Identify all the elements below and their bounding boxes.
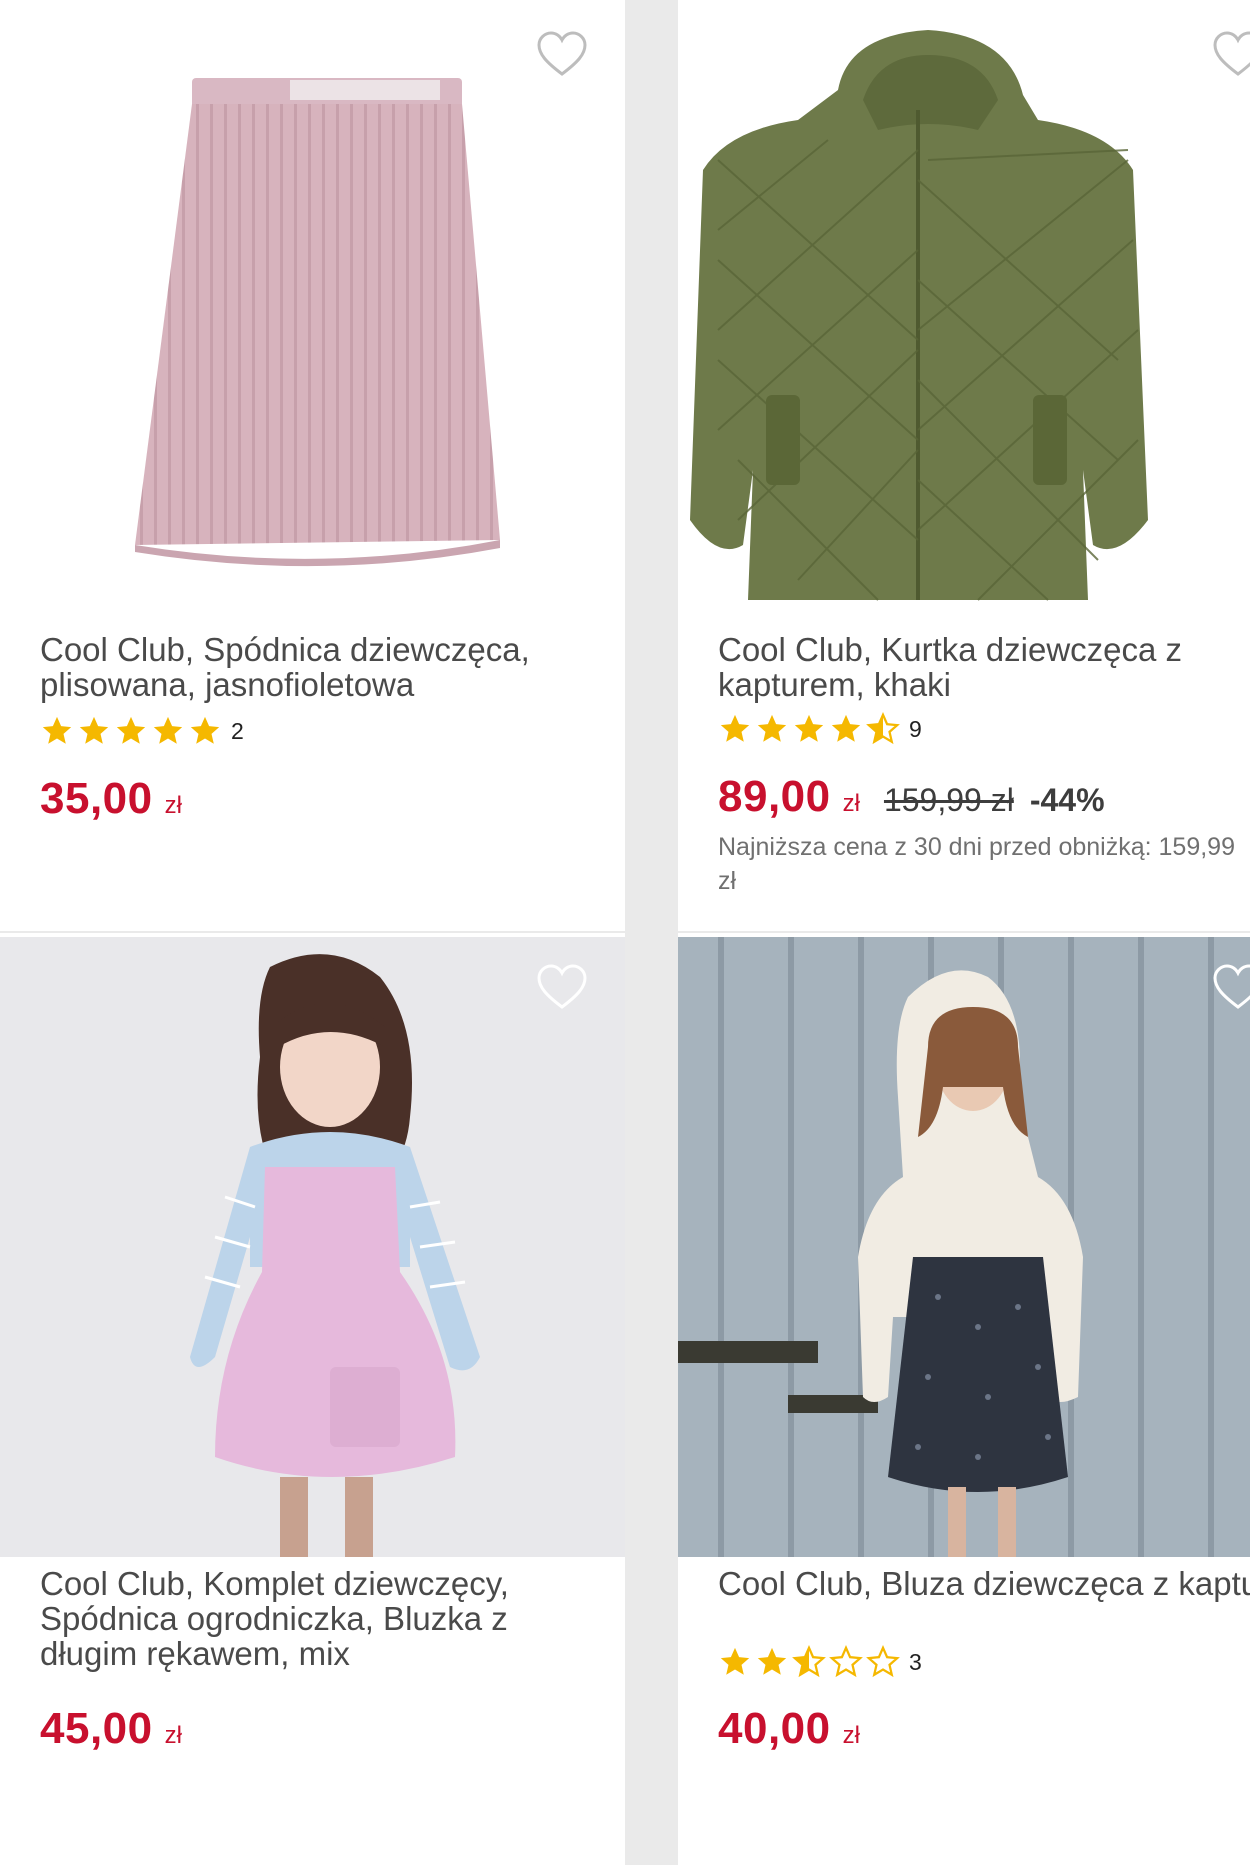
product-title[interactable]: Cool Club, Spódnica dziewczęca, plisowan… xyxy=(40,632,600,702)
rating-count: 3 xyxy=(909,1648,922,1675)
price-row: 35,00 zł xyxy=(40,774,182,824)
star-empty-icon xyxy=(829,1645,863,1678)
rating-count: 9 xyxy=(909,715,922,742)
product-card[interactable]: Cool Club, Bluza dziewczęca z kapturem, … xyxy=(678,931,1250,1865)
heart-icon[interactable] xyxy=(1212,963,1250,1011)
star-full-icon xyxy=(116,716,146,744)
star-empty-icon xyxy=(866,1645,900,1678)
currency: zł xyxy=(164,792,182,819)
heart-icon[interactable] xyxy=(536,30,588,78)
product-image[interactable] xyxy=(678,0,1250,610)
star-full-icon xyxy=(190,716,220,744)
price: 45,00 xyxy=(40,1704,153,1753)
product-image[interactable] xyxy=(678,937,1250,1557)
product-title[interactable]: Cool Club, Kurtka dziewczęca z kapturem,… xyxy=(718,632,1250,702)
price: 89,00 xyxy=(718,772,831,821)
rating-count: 2 xyxy=(231,717,244,744)
star-full-icon xyxy=(757,1647,787,1675)
star-full-icon xyxy=(757,714,787,742)
rating-stars: 3 xyxy=(718,1645,922,1679)
rating-stars: 9 xyxy=(718,712,922,746)
price-row: 89,00 zł 159,99 zł -44% xyxy=(718,772,1105,822)
product-card[interactable]: Cool Club, Komplet dziewczęcy, Spódnica … xyxy=(0,931,625,1865)
star-full-icon xyxy=(831,714,861,742)
product-card[interactable]: Cool Club, Spódnica dziewczęca, plisowan… xyxy=(0,0,625,931)
price-row: 40,00 zł xyxy=(718,1704,860,1754)
star-half-icon xyxy=(866,712,900,745)
price: 35,00 xyxy=(40,774,153,823)
currency: zł xyxy=(842,790,860,817)
product-image[interactable] xyxy=(0,0,625,610)
rating-stars: 2 xyxy=(40,714,244,748)
star-full-icon xyxy=(720,714,750,742)
old-price: 159,99 zł xyxy=(883,782,1014,818)
star-full-icon xyxy=(153,716,183,744)
currency: zł xyxy=(842,1722,860,1749)
product-card[interactable]: Cool Club, Kurtka dziewczęca z kapturem,… xyxy=(678,0,1250,931)
star-full-icon xyxy=(79,716,109,744)
product-title[interactable]: Cool Club, Bluza dziewczęca z kapturem, … xyxy=(718,1566,1250,1601)
price: 40,00 xyxy=(718,1704,831,1753)
star-full-icon xyxy=(794,714,824,742)
discount-badge: -44% xyxy=(1029,782,1105,818)
price-row: 45,00 zł xyxy=(40,1704,182,1754)
star-half-icon xyxy=(792,1645,826,1678)
currency: zł xyxy=(164,1722,182,1749)
heart-icon[interactable] xyxy=(536,963,588,1011)
star-full-icon xyxy=(42,716,72,744)
product-image[interactable] xyxy=(0,937,625,1557)
star-full-icon xyxy=(720,1647,750,1675)
product-title[interactable]: Cool Club, Komplet dziewczęcy, Spódnica … xyxy=(40,1566,600,1671)
heart-icon[interactable] xyxy=(1212,30,1250,78)
lowest-price-note: Najniższa cena z 30 dni przed obniżką: 1… xyxy=(718,833,1235,895)
